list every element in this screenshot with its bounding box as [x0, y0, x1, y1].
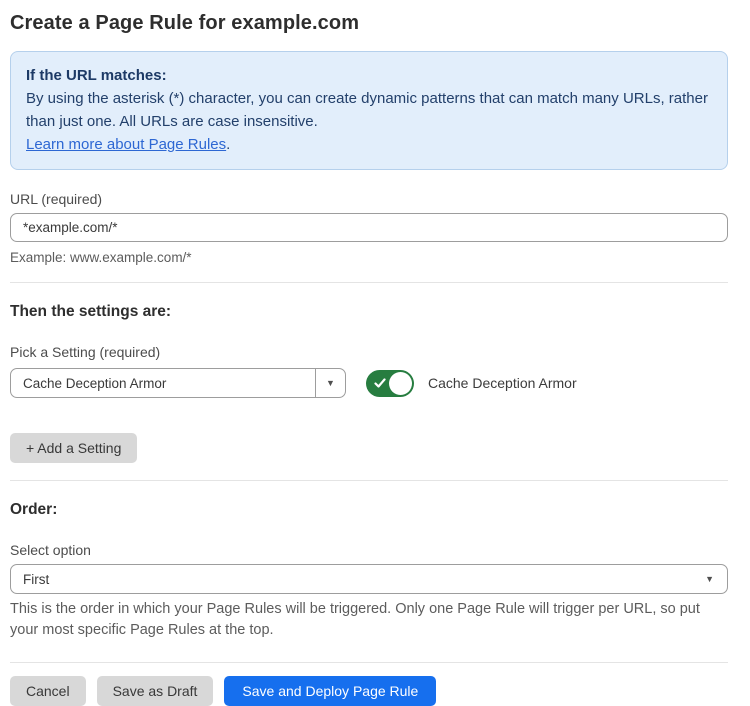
- chevron-down-icon: ▼: [326, 379, 335, 388]
- setting-select-caret-button[interactable]: ▼: [315, 369, 345, 397]
- order-select-value: First: [11, 572, 705, 587]
- setting-row: Cache Deception Armor ▼ Cache Deception …: [10, 368, 728, 398]
- divider: [10, 662, 728, 663]
- order-helper-text: This is the order in which your Page Rul…: [10, 599, 728, 641]
- cache-deception-armor-toggle[interactable]: [366, 370, 414, 397]
- order-section-heading: Order:: [10, 501, 728, 519]
- settings-section-heading: Then the settings are:: [10, 303, 728, 321]
- pick-setting-label: Pick a Setting (required): [10, 344, 728, 360]
- setting-select-value: Cache Deception Armor: [11, 376, 315, 391]
- learn-more-link[interactable]: Learn more about Page Rules: [26, 136, 226, 153]
- add-setting-button[interactable]: + Add a Setting: [10, 433, 137, 463]
- save-and-deploy-button[interactable]: Save and Deploy Page Rule: [224, 676, 436, 706]
- info-box-link-line: Learn more about Page Rules.: [26, 133, 711, 156]
- toggle-knob: [389, 372, 412, 395]
- cancel-button[interactable]: Cancel: [10, 676, 86, 706]
- link-period: .: [226, 136, 230, 153]
- setting-select[interactable]: Cache Deception Armor ▼: [10, 368, 346, 398]
- divider: [10, 282, 728, 283]
- order-select-label: Select option: [10, 542, 728, 558]
- chevron-down-icon: ▼: [705, 575, 727, 584]
- order-select[interactable]: First ▼: [10, 564, 728, 594]
- save-as-draft-button[interactable]: Save as Draft: [97, 676, 214, 706]
- check-icon: [374, 377, 386, 389]
- url-example-helper: Example: www.example.com/*: [10, 250, 728, 265]
- url-field-label: URL (required): [10, 191, 728, 207]
- info-box-body: By using the asterisk (*) character, you…: [26, 87, 711, 133]
- url-match-info-box: If the URL matches: By using the asteris…: [10, 51, 728, 170]
- info-box-heading: If the URL matches:: [26, 64, 711, 87]
- divider: [10, 480, 728, 481]
- footer-actions: Cancel Save as Draft Save and Deploy Pag…: [10, 676, 728, 706]
- url-input[interactable]: [10, 213, 728, 242]
- toggle-setting-label: Cache Deception Armor: [428, 375, 577, 391]
- page-title: Create a Page Rule for example.com: [10, 12, 728, 35]
